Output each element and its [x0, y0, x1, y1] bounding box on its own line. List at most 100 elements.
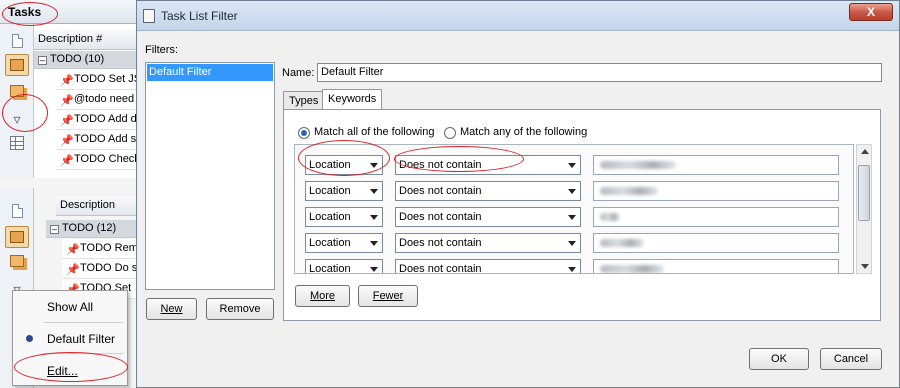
todo-pin-icon: 📌: [60, 135, 74, 147]
dropdown-arrow-icon: [568, 241, 576, 246]
scroll-up-icon[interactable]: [861, 149, 869, 154]
collapse-icon[interactable]: –: [38, 56, 47, 65]
todo-pin-icon: 📌: [60, 155, 74, 167]
projects-scope-icon: [10, 255, 24, 267]
tab-types[interactable]: Types: [283, 91, 325, 111]
project-scope-button[interactable]: [5, 80, 29, 102]
more-button[interactable]: More: [295, 285, 350, 307]
filter-button[interactable]: ▿: [5, 108, 29, 130]
task-group-header[interactable]: – TODO (12): [46, 220, 138, 238]
keyword-rule-row: Location Does not contain: [295, 181, 853, 203]
match-all-label[interactable]: Match all of the following: [314, 126, 434, 138]
match-any-label[interactable]: Match any of the following: [460, 126, 587, 138]
rule-field-combo[interactable]: Location: [305, 233, 383, 253]
selected-bullet-icon: [26, 335, 33, 342]
task-row[interactable]: 📌 TODO Do s: [62, 259, 138, 279]
new-filter-button[interactable]: New: [146, 298, 197, 320]
project-scope-button[interactable]: [5, 250, 29, 272]
menu-separator: [43, 322, 123, 323]
tasks-panel-title[interactable]: Tasks: [0, 0, 138, 24]
tasks-panel-top: Tasks ▿ Description # – TODO (10) 📌 TODO S…: [0, 0, 138, 178]
rule-field-combo[interactable]: Location: [305, 155, 383, 175]
rules-scrollbar[interactable]: [856, 144, 872, 274]
dropdown-arrow-icon: [568, 189, 576, 194]
filters-list[interactable]: Default Filter: [145, 62, 275, 290]
dropdown-arrow-icon: [370, 189, 378, 194]
filter-popup-menu: Show All Default Filter Edit...: [12, 290, 128, 386]
filter-name-field[interactable]: Default Filter: [317, 63, 882, 82]
scroll-down-icon[interactable]: [861, 264, 869, 269]
description-column-header[interactable]: Description #: [34, 30, 138, 50]
menu-separator: [43, 353, 123, 354]
redacted-value: [600, 187, 658, 195]
todo-pin-icon: 📌: [60, 95, 74, 107]
dropdown-arrow-icon: [370, 163, 378, 168]
tab-keywords[interactable]: Keywords: [322, 89, 383, 111]
todo-pin-icon: 📌: [66, 244, 80, 256]
menu-item-edit[interactable]: Edit...: [13, 359, 127, 383]
group-by-button[interactable]: [5, 132, 29, 154]
dropdown-arrow-icon: [370, 241, 378, 246]
name-label: Name:: [282, 67, 315, 79]
keywords-tab-panel: Match all of the following Match any of …: [283, 109, 881, 321]
description-column-header[interactable]: Description: [56, 196, 138, 216]
file-scope-icon: [10, 231, 24, 243]
rule-value-field[interactable]: [593, 207, 839, 227]
rule-condition-combo[interactable]: Does not contain: [395, 233, 581, 253]
redacted-value: [600, 265, 664, 273]
rule-condition-combo[interactable]: Does not contain: [395, 207, 581, 227]
rule-condition-combo[interactable]: Does not contain: [395, 155, 581, 175]
dropdown-arrow-icon: [370, 215, 378, 220]
task-row[interactable]: 📌 TODO Set JS/: [56, 70, 138, 90]
filters-label: Filters:: [145, 44, 178, 56]
cancel-button[interactable]: Cancel: [820, 348, 882, 370]
rule-condition-combo[interactable]: Does not contain: [395, 259, 581, 273]
filter-list-item[interactable]: Default Filter: [147, 64, 273, 81]
keyword-rules-list: Location Does not contain Location Does not…: [294, 144, 854, 274]
rule-value-field[interactable]: [593, 181, 839, 201]
scrollbar-thumb[interactable]: [858, 165, 870, 221]
task-row[interactable]: 📌TODO Add sor: [56, 130, 138, 150]
keyword-rule-row: Location Does not contain: [295, 233, 853, 255]
dialog-titlebar[interactable]: Task List Filter X: [137, 1, 899, 31]
todo-pin-icon: 📌: [60, 115, 74, 127]
rule-value-field[interactable]: [593, 259, 839, 273]
task-group-header[interactable]: – TODO (10): [34, 51, 138, 69]
todo-pin-icon: 📌: [60, 75, 74, 87]
new-task-button[interactable]: [5, 30, 29, 52]
collapse-icon[interactable]: –: [50, 225, 59, 234]
document-icon: [11, 204, 23, 218]
task-row[interactable]: 📌TODO Check v: [56, 150, 138, 170]
dialog-title: Task List Filter: [161, 9, 238, 23]
new-task-button[interactable]: [5, 200, 29, 222]
fewer-button[interactable]: Fewer: [358, 285, 418, 307]
tasks-side-toolbar: ▿: [0, 24, 34, 178]
dropdown-arrow-icon: [568, 267, 576, 272]
keyword-rule-row: Location Does not contain: [295, 259, 853, 273]
task-row[interactable]: 📌 @todo need v: [56, 90, 138, 110]
redacted-value: [600, 161, 676, 169]
dropdown-arrow-icon: [568, 215, 576, 220]
match-all-radio[interactable]: [298, 127, 310, 139]
menu-item-show-all[interactable]: Show All: [13, 295, 127, 319]
rule-field-combo[interactable]: Location: [305, 181, 383, 201]
close-button[interactable]: X: [849, 3, 893, 21]
menu-item-default-filter[interactable]: Default Filter: [13, 327, 127, 351]
keyword-rule-row: Location Does not contain: [295, 207, 853, 229]
match-any-radio[interactable]: [444, 127, 456, 139]
task-row[interactable]: 📌 TODO Add do: [56, 110, 138, 130]
remove-filter-button[interactable]: Remove: [206, 298, 274, 320]
current-file-scope-button[interactable]: [5, 54, 29, 76]
rule-value-field[interactable]: [593, 233, 839, 253]
task-row[interactable]: 📌 TODO Rem: [62, 239, 138, 259]
dropdown-arrow-icon: [568, 163, 576, 168]
ok-button[interactable]: OK: [749, 348, 809, 370]
task-list-filter-dialog: Task List Filter X Filters: Default Filt…: [136, 0, 900, 388]
rule-field-combo[interactable]: Location: [305, 207, 383, 227]
projects-scope-icon: [10, 85, 24, 97]
document-icon: [11, 34, 23, 48]
rule-field-combo[interactable]: Location: [305, 259, 383, 273]
rule-value-field[interactable]: [593, 155, 839, 175]
current-file-scope-button[interactable]: [5, 226, 29, 248]
rule-condition-combo[interactable]: Does not contain: [395, 181, 581, 201]
